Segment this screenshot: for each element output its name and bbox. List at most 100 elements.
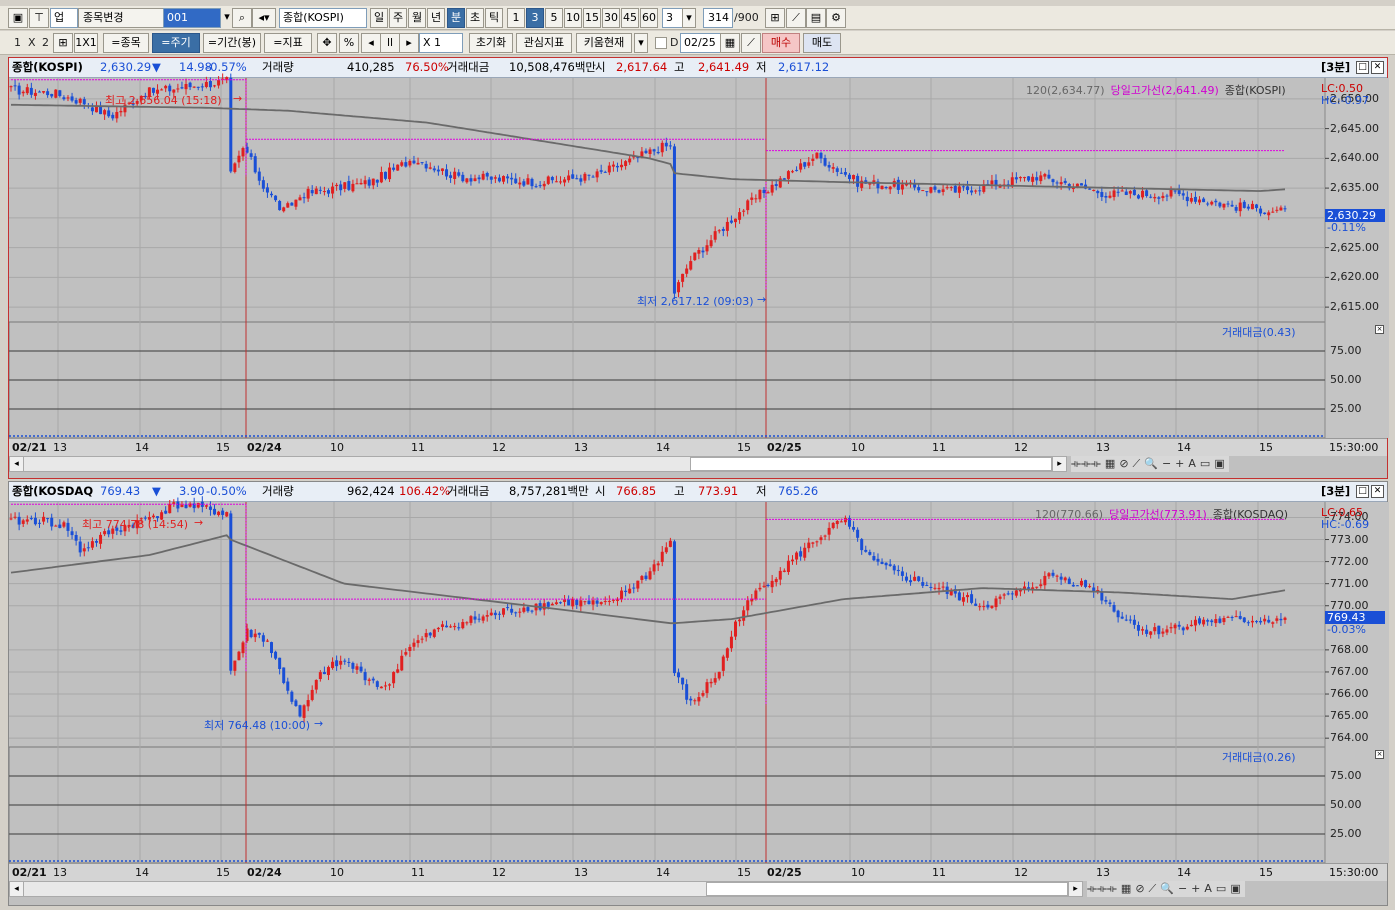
scroll-right-icon[interactable]: ▸ bbox=[1068, 882, 1082, 896]
grid-icon[interactable]: ▦ bbox=[1121, 882, 1131, 895]
zoom-icon[interactable]: 🔍 bbox=[1144, 457, 1158, 470]
prev-icon[interactable]: ◂ bbox=[361, 33, 381, 53]
interval-button[interactable]: 10 bbox=[564, 8, 582, 28]
sub-indicator-label: 거래대금(0.26) bbox=[1222, 751, 1296, 764]
range-button[interactable]: =기간(봉) bbox=[203, 33, 261, 53]
candle-body bbox=[78, 541, 82, 553]
candle-body bbox=[66, 522, 70, 531]
plus-icon[interactable]: + bbox=[1175, 457, 1184, 470]
stock-button[interactable]: =종목 bbox=[103, 33, 149, 53]
magnet-icon[interactable]: ⊘ bbox=[1119, 457, 1128, 470]
reset-button[interactable]: 초기화 bbox=[469, 33, 513, 53]
pencil-icon[interactable]: ⟋ bbox=[1149, 882, 1157, 895]
indicator-button[interactable]: =지표 bbox=[264, 33, 312, 53]
magnet-icon[interactable]: ⊘ bbox=[1135, 882, 1144, 895]
hc-value: HC:-0.97 bbox=[1321, 94, 1370, 107]
slider-icon[interactable]: ⟛⟛⟛ bbox=[1071, 457, 1101, 470]
plus-icon[interactable]: + bbox=[1191, 882, 1200, 895]
percent-button[interactable]: % bbox=[339, 33, 359, 53]
period-button[interactable]: 분 bbox=[447, 8, 465, 28]
zoom-icon[interactable]: 🔍 bbox=[1160, 882, 1174, 895]
market-select[interactable]: 업 bbox=[50, 8, 78, 28]
grid-icon[interactable]: ▦ bbox=[1105, 457, 1115, 470]
next-icon[interactable]: ▸ bbox=[399, 33, 419, 53]
horizontal-scrollbar[interactable]: ◂ ▸ bbox=[9, 881, 1083, 897]
text-icon[interactable]: A bbox=[1204, 882, 1212, 895]
candle-body bbox=[1141, 190, 1145, 198]
scroll-left-icon[interactable]: ◂ bbox=[10, 457, 24, 471]
layout-1x1-button[interactable]: 1X1 bbox=[74, 33, 98, 53]
candlestick-chart[interactable] bbox=[9, 482, 1389, 905]
candle-body bbox=[282, 207, 286, 212]
search-icon[interactable]: ⌕ bbox=[232, 8, 252, 28]
index-name-field[interactable]: 종합(KOSPI) bbox=[279, 8, 367, 28]
period-button[interactable]: 틱 bbox=[485, 8, 503, 28]
count-input[interactable]: 314 bbox=[703, 8, 733, 28]
calendar-icon[interactable]: ▦ bbox=[720, 33, 740, 53]
pin-icon[interactable]: ⊤ bbox=[29, 8, 49, 28]
candle-body bbox=[766, 192, 770, 194]
period-button[interactable]: 일 bbox=[370, 8, 388, 28]
screenshot-icon[interactable]: ▭ bbox=[1200, 457, 1210, 470]
code-input[interactable]: 001 bbox=[163, 8, 221, 28]
pause-icon[interactable]: ll bbox=[380, 33, 400, 53]
chevron-down-icon[interactable]: ▾ bbox=[682, 8, 696, 28]
candle-body bbox=[510, 177, 514, 180]
interval-button[interactable]: 45 bbox=[621, 8, 639, 28]
interval-button[interactable]: 3 bbox=[526, 8, 544, 28]
kosdaq-chart-panel: 종합(KOSDAQ 769.43 ▼ 3.90 -0.50% 거래량 962,424 106.… bbox=[8, 481, 1389, 906]
candle-body bbox=[664, 547, 668, 553]
minus-icon[interactable]: − bbox=[1162, 457, 1171, 470]
pencil-icon[interactable]: ⟋ bbox=[1133, 457, 1141, 470]
interval-button[interactable]: 15 bbox=[583, 8, 601, 28]
tool-icon[interactable]: ⊞ bbox=[765, 8, 785, 28]
date-checkbox[interactable] bbox=[655, 37, 667, 49]
period-button[interactable]: 주 bbox=[389, 8, 407, 28]
sub-close-icon[interactable]: × bbox=[1375, 750, 1384, 759]
sell-button[interactable]: 매도 bbox=[803, 33, 841, 53]
candle-body bbox=[909, 580, 913, 583]
speaker-icon[interactable]: ◂▾ bbox=[252, 8, 276, 28]
text-icon[interactable]: A bbox=[1188, 457, 1196, 470]
tool-icon[interactable]: ⟋ bbox=[741, 33, 761, 53]
interval-button[interactable]: 1 bbox=[507, 8, 525, 28]
chevron-down-icon[interactable]: ▾ bbox=[634, 33, 648, 53]
zoom-select[interactable]: X 1 bbox=[419, 33, 463, 53]
layout-x[interactable]: X bbox=[28, 36, 36, 49]
gear-icon[interactable]: ⚙ bbox=[826, 8, 846, 28]
buy-button[interactable]: 매수 bbox=[762, 33, 800, 53]
interval-button[interactable]: 5 bbox=[545, 8, 563, 28]
layout-1[interactable]: 1 bbox=[14, 36, 21, 49]
print-icon[interactable]: ▣ bbox=[1214, 457, 1224, 470]
scroll-left-icon[interactable]: ◂ bbox=[10, 882, 24, 896]
candle-body bbox=[286, 681, 290, 691]
move-icon[interactable]: ✥ bbox=[317, 33, 337, 53]
line-icon[interactable]: ⟋ bbox=[786, 8, 806, 28]
date-input[interactable]: 02/25 bbox=[680, 33, 724, 53]
layout-2[interactable]: 2 bbox=[42, 36, 49, 49]
period-button[interactable]: 년 bbox=[427, 8, 445, 28]
minus-icon[interactable]: − bbox=[1178, 882, 1187, 895]
slider-icon[interactable]: ⟛⟛⟛ bbox=[1087, 882, 1117, 895]
sub-close-icon[interactable]: × bbox=[1375, 325, 1384, 334]
save-icon[interactable]: ▤ bbox=[806, 8, 826, 28]
candlestick-chart[interactable] bbox=[9, 58, 1389, 478]
interval-button[interactable]: 60 bbox=[640, 8, 658, 28]
interest-indicator-button[interactable]: 관심지표 bbox=[516, 33, 572, 53]
scroll-thumb[interactable] bbox=[690, 457, 1052, 471]
time-label: 11 bbox=[411, 866, 425, 879]
horizontal-scrollbar[interactable]: ◂ ▸ bbox=[9, 456, 1067, 472]
grid-icon[interactable]: ⊞ bbox=[53, 33, 73, 53]
secondary-toolbar: 1 X 2 ⊞ 1X1 =종목 =주기 =기간(봉) =지표 ✥ % ◂ ll … bbox=[0, 31, 1395, 55]
period-button[interactable]: 초 bbox=[466, 8, 484, 28]
period-button[interactable]: 월 bbox=[408, 8, 426, 28]
period-button[interactable]: =주기 bbox=[152, 33, 200, 53]
kiwoom-current-button[interactable]: 키움현재 bbox=[576, 33, 632, 53]
candle-body bbox=[542, 183, 546, 187]
print-icon[interactable]: ▣ bbox=[1230, 882, 1240, 895]
screenshot-icon[interactable]: ▭ bbox=[1216, 882, 1226, 895]
window-icon[interactable]: ▣ bbox=[8, 8, 28, 28]
scroll-right-icon[interactable]: ▸ bbox=[1052, 457, 1066, 471]
interval-button[interactable]: 30 bbox=[602, 8, 620, 28]
scroll-thumb[interactable] bbox=[706, 882, 1068, 896]
